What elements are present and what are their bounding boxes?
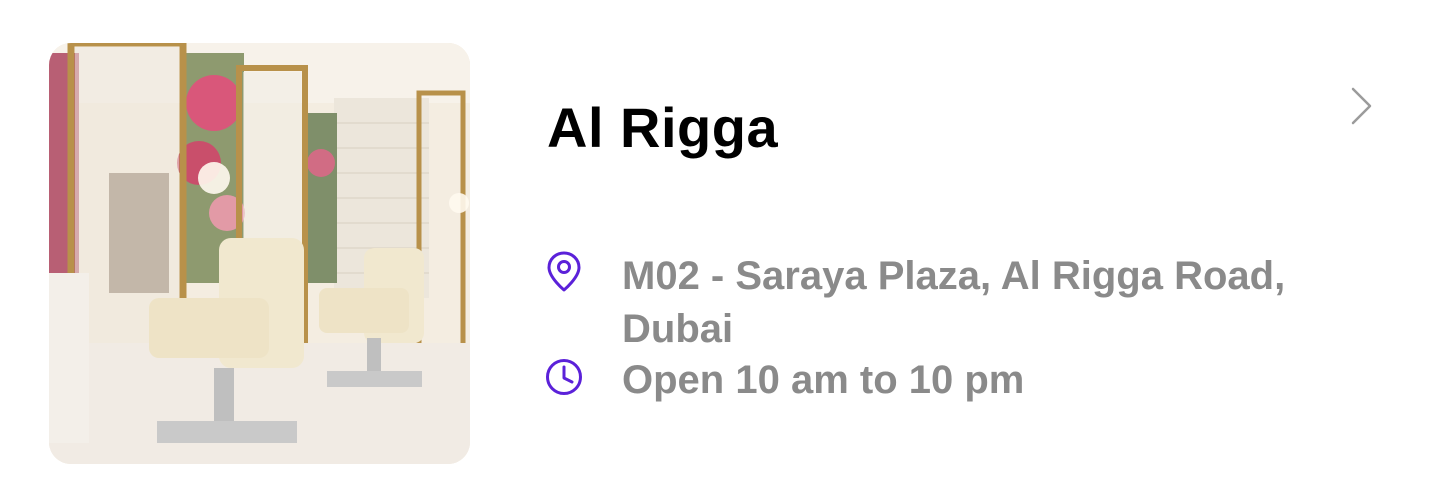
- store-photo: [49, 43, 470, 464]
- store-hours: Open 10 am to 10 pm: [622, 358, 1025, 402]
- store-address: M02 - Saraya Plaza, Al Rigga Road, Dubai: [622, 254, 1286, 351]
- store-card[interactable]: Al Rigga M02 - Saraya Plaza, Al Rigga Ro…: [0, 0, 1440, 500]
- map-pin-icon: [543, 250, 585, 292]
- salon-interior-image: [49, 43, 470, 464]
- store-name: Al Rigga: [547, 96, 779, 159]
- hours-row: Open 10 am to 10 pm: [543, 356, 1342, 407]
- clock-icon: [543, 356, 585, 398]
- chevron-right-icon[interactable]: [1346, 86, 1376, 126]
- address-row: M02 - Saraya Plaza, Al Rigga Road, Dubai: [543, 250, 1342, 356]
